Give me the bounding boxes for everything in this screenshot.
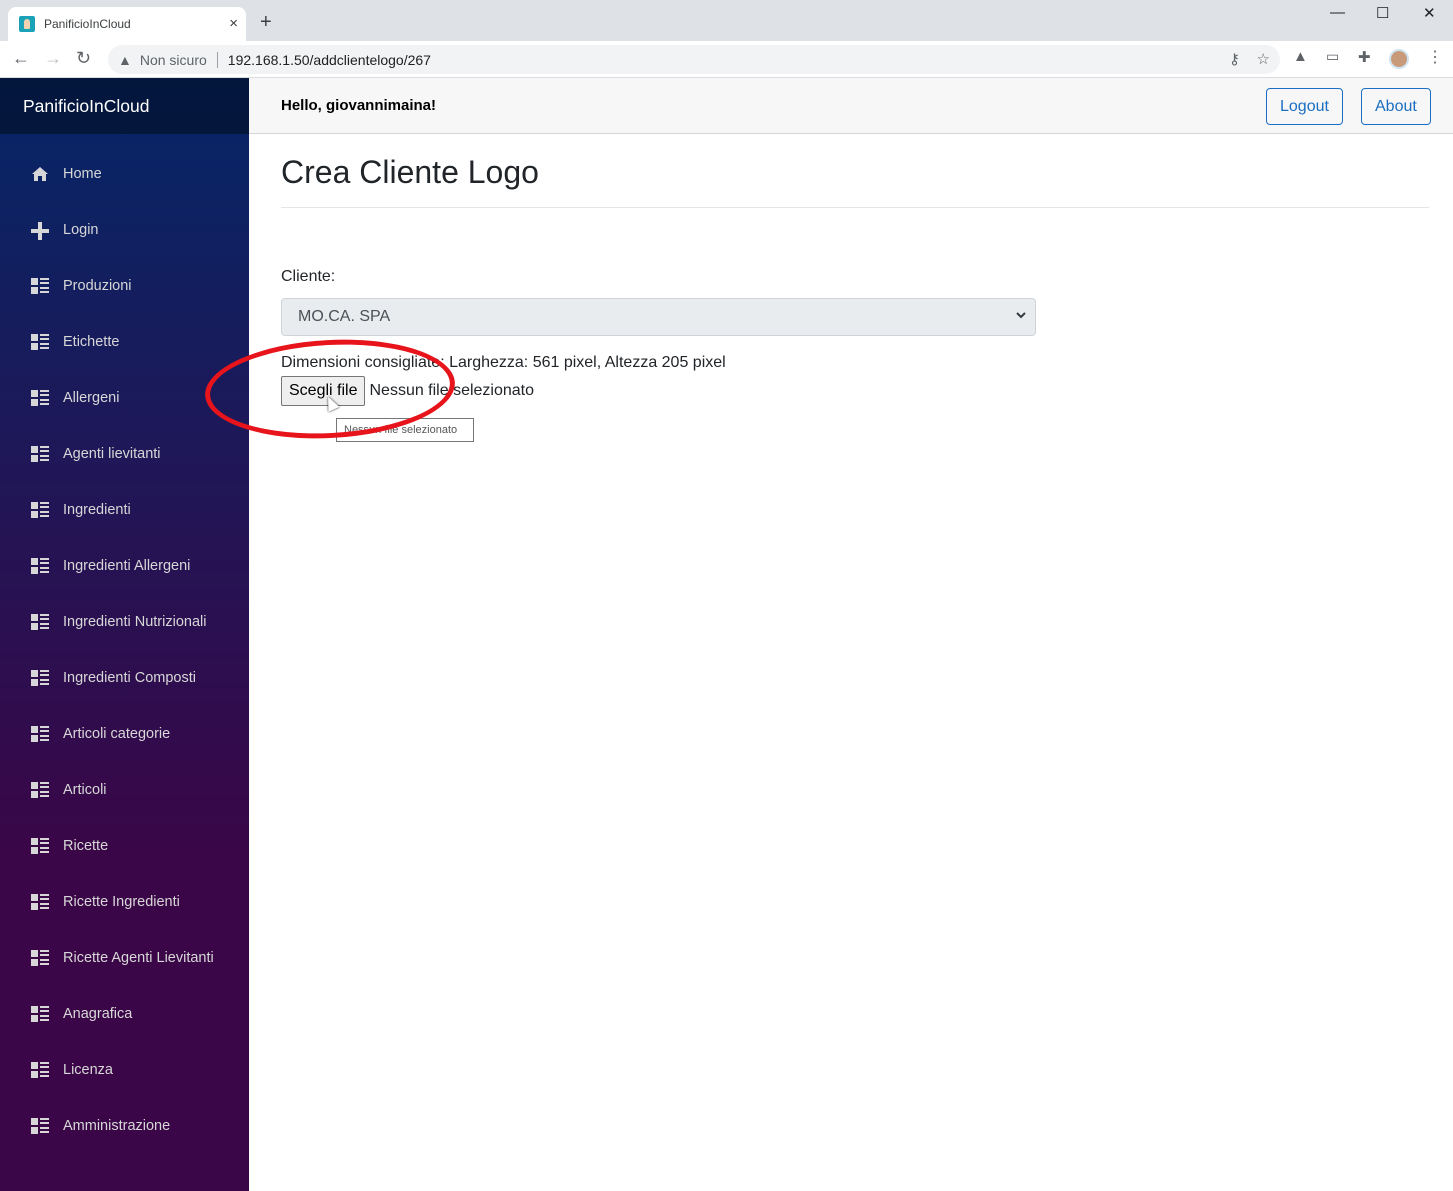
sidebar-item-label: Amministrazione (63, 1118, 171, 1134)
list-icon (31, 390, 49, 406)
extensions-icon[interactable]: ✚ (1358, 48, 1376, 66)
sidebar-item-label: Articoli (63, 782, 107, 798)
sidebar-item-label: Licenza (63, 1062, 113, 1078)
sidebar-item-licenza[interactable]: Licenza (0, 1042, 249, 1098)
sidebar-item-ricette-agenti-lievitanti[interactable]: Ricette Agenti Lievitanti (0, 930, 249, 986)
sidebar-item-label: Ingredienti (63, 502, 131, 518)
minimize-button[interactable]: — (1330, 4, 1345, 21)
list-icon (31, 1006, 49, 1022)
list-icon (31, 782, 49, 798)
drive-icon[interactable]: ▲ (1293, 48, 1311, 66)
sidebar-item-label: Ingredienti Allergeni (63, 558, 191, 574)
sidebar-item-articoli[interactable]: Articoli (0, 762, 249, 818)
cliente-selected-value: MO.CA. SPA (298, 308, 391, 325)
sidebar-item-articoli-categorie[interactable]: Articoli categorie (0, 706, 249, 762)
list-icon (31, 726, 49, 742)
brand-title[interactable]: PanificioInCloud (0, 78, 249, 134)
sidebar-item-label: Anagrafica (63, 1006, 133, 1022)
logout-button[interactable]: Logout (1266, 88, 1343, 125)
divider (216, 51, 218, 68)
sidebar-item-label: Home (63, 166, 102, 182)
cliente-label: Cliente: (281, 268, 336, 285)
favicon-icon (19, 16, 35, 32)
list-icon (31, 950, 49, 966)
sidebar-item-label: Ricette (63, 838, 109, 854)
list-icon (31, 1118, 49, 1134)
close-window-button[interactable]: ✕ (1423, 4, 1436, 22)
dimensions-hint: Dimensioni consigliate: Larghezza: 561 p… (281, 354, 726, 371)
reload-icon[interactable]: ↻ (76, 48, 91, 69)
sidebar-item-produzioni[interactable]: Produzioni (0, 258, 249, 314)
main-area: Hello, giovannimaina! Logout About Crea … (249, 78, 1453, 1191)
sidebar-item-home[interactable]: Home (0, 146, 249, 202)
file-status: Nessun file selezionato (369, 382, 535, 399)
tooltip: Nessun file selezionato (336, 418, 474, 442)
list-icon (31, 894, 49, 910)
sidebar-nav: Home Login Produzioni Etichette Allergen… (0, 134, 249, 1154)
list-icon (31, 670, 49, 686)
sidebar-item-anagrafica[interactable]: Anagrafica (0, 986, 249, 1042)
chevron-down-icon (1015, 309, 1027, 324)
list-icon (31, 1062, 49, 1078)
top-bar: Hello, giovannimaina! Logout About (249, 78, 1453, 134)
page-content: Crea Cliente Logo Cliente: MO.CA. SPA Di… (249, 154, 1453, 406)
greeting-text: Hello, giovannimaina! (281, 97, 437, 114)
list-icon (31, 838, 49, 854)
sidebar-item-label: Login (63, 222, 99, 238)
sidebar-item-ingredienti-allergeni[interactable]: Ingredienti Allergeni (0, 538, 249, 594)
list-icon (31, 334, 49, 350)
warning-icon: ▲ (118, 51, 132, 68)
home-icon (31, 166, 49, 182)
list-icon (31, 278, 49, 294)
key-icon[interactable]: ⚷ (1229, 50, 1240, 68)
sidebar-item-ricette[interactable]: Ricette (0, 818, 249, 874)
sidebar-item-label: Ricette Agenti Lievitanti (63, 950, 214, 966)
sidebar-item-ingredienti[interactable]: Ingredienti (0, 482, 249, 538)
sidebar-item-ingredienti-composti[interactable]: Ingredienti Composti (0, 650, 249, 706)
security-label[interactable]: Non sicuro (140, 52, 207, 68)
page-title: Crea Cliente Logo (281, 154, 1429, 208)
forward-icon[interactable]: → (44, 48, 62, 69)
list-icon (31, 446, 49, 462)
browser-toolbar: ← → ↻ ▲ Non sicuro 192.168.1.50/addclien… (0, 41, 1453, 78)
profile-avatar[interactable] (1389, 49, 1409, 69)
file-input[interactable]: Scegli file Nessun file selezionato (281, 376, 1429, 406)
sidebar-item-etichette[interactable]: Etichette (0, 314, 249, 370)
back-icon[interactable]: ← (12, 48, 30, 69)
star-icon[interactable]: ☆ (1257, 50, 1270, 68)
sidebar: PanificioInCloud Home Login Produzioni E… (0, 78, 249, 1191)
tab-close-icon[interactable]: × (229, 15, 238, 32)
cliente-select[interactable]: MO.CA. SPA (281, 298, 1036, 336)
sidebar-item-ingredienti-nutrizionali[interactable]: Ingredienti Nutrizionali (0, 594, 249, 650)
sidebar-item-allergeni[interactable]: Allergeni (0, 370, 249, 426)
menu-icon[interactable]: ⋮ (1427, 47, 1445, 66)
browser-tab[interactable]: PanificioInCloud × (8, 7, 246, 41)
plus-icon (31, 222, 49, 240)
url-text[interactable]: 192.168.1.50/addclientelogo/267 (228, 52, 431, 68)
tab-title: PanificioInCloud (44, 17, 131, 31)
sidebar-item-label: Produzioni (63, 278, 132, 294)
new-tab-button[interactable]: + (260, 11, 272, 34)
maximize-button[interactable]: ☐ (1376, 4, 1389, 22)
list-icon (31, 558, 49, 574)
sidebar-item-label: Articoli categorie (63, 726, 171, 742)
sidebar-item-login[interactable]: Login (0, 202, 249, 258)
sidebar-item-amministrazione[interactable]: Amministrazione (0, 1098, 249, 1154)
sidebar-item-label: Ingredienti Nutrizionali (63, 614, 207, 630)
about-button[interactable]: About (1361, 88, 1431, 125)
cast-icon[interactable]: ▭ (1326, 48, 1344, 66)
sidebar-item-label: Ricette Ingredienti (63, 894, 180, 910)
list-icon (31, 502, 49, 518)
sidebar-item-label: Agenti lievitanti (63, 446, 161, 462)
sidebar-item-label: Ingredienti Composti (63, 670, 196, 686)
sidebar-item-label: Etichette (63, 334, 120, 350)
sidebar-item-ricette-ingredienti[interactable]: Ricette Ingredienti (0, 874, 249, 930)
sidebar-item-agenti-lievitanti[interactable]: Agenti lievitanti (0, 426, 249, 482)
address-bar[interactable]: ▲ Non sicuro 192.168.1.50/addclientelogo… (108, 45, 1280, 74)
list-icon (31, 614, 49, 630)
sidebar-item-label: Allergeni (63, 390, 120, 406)
browser-tab-strip: PanificioInCloud × + — ☐ ✕ (0, 0, 1453, 41)
